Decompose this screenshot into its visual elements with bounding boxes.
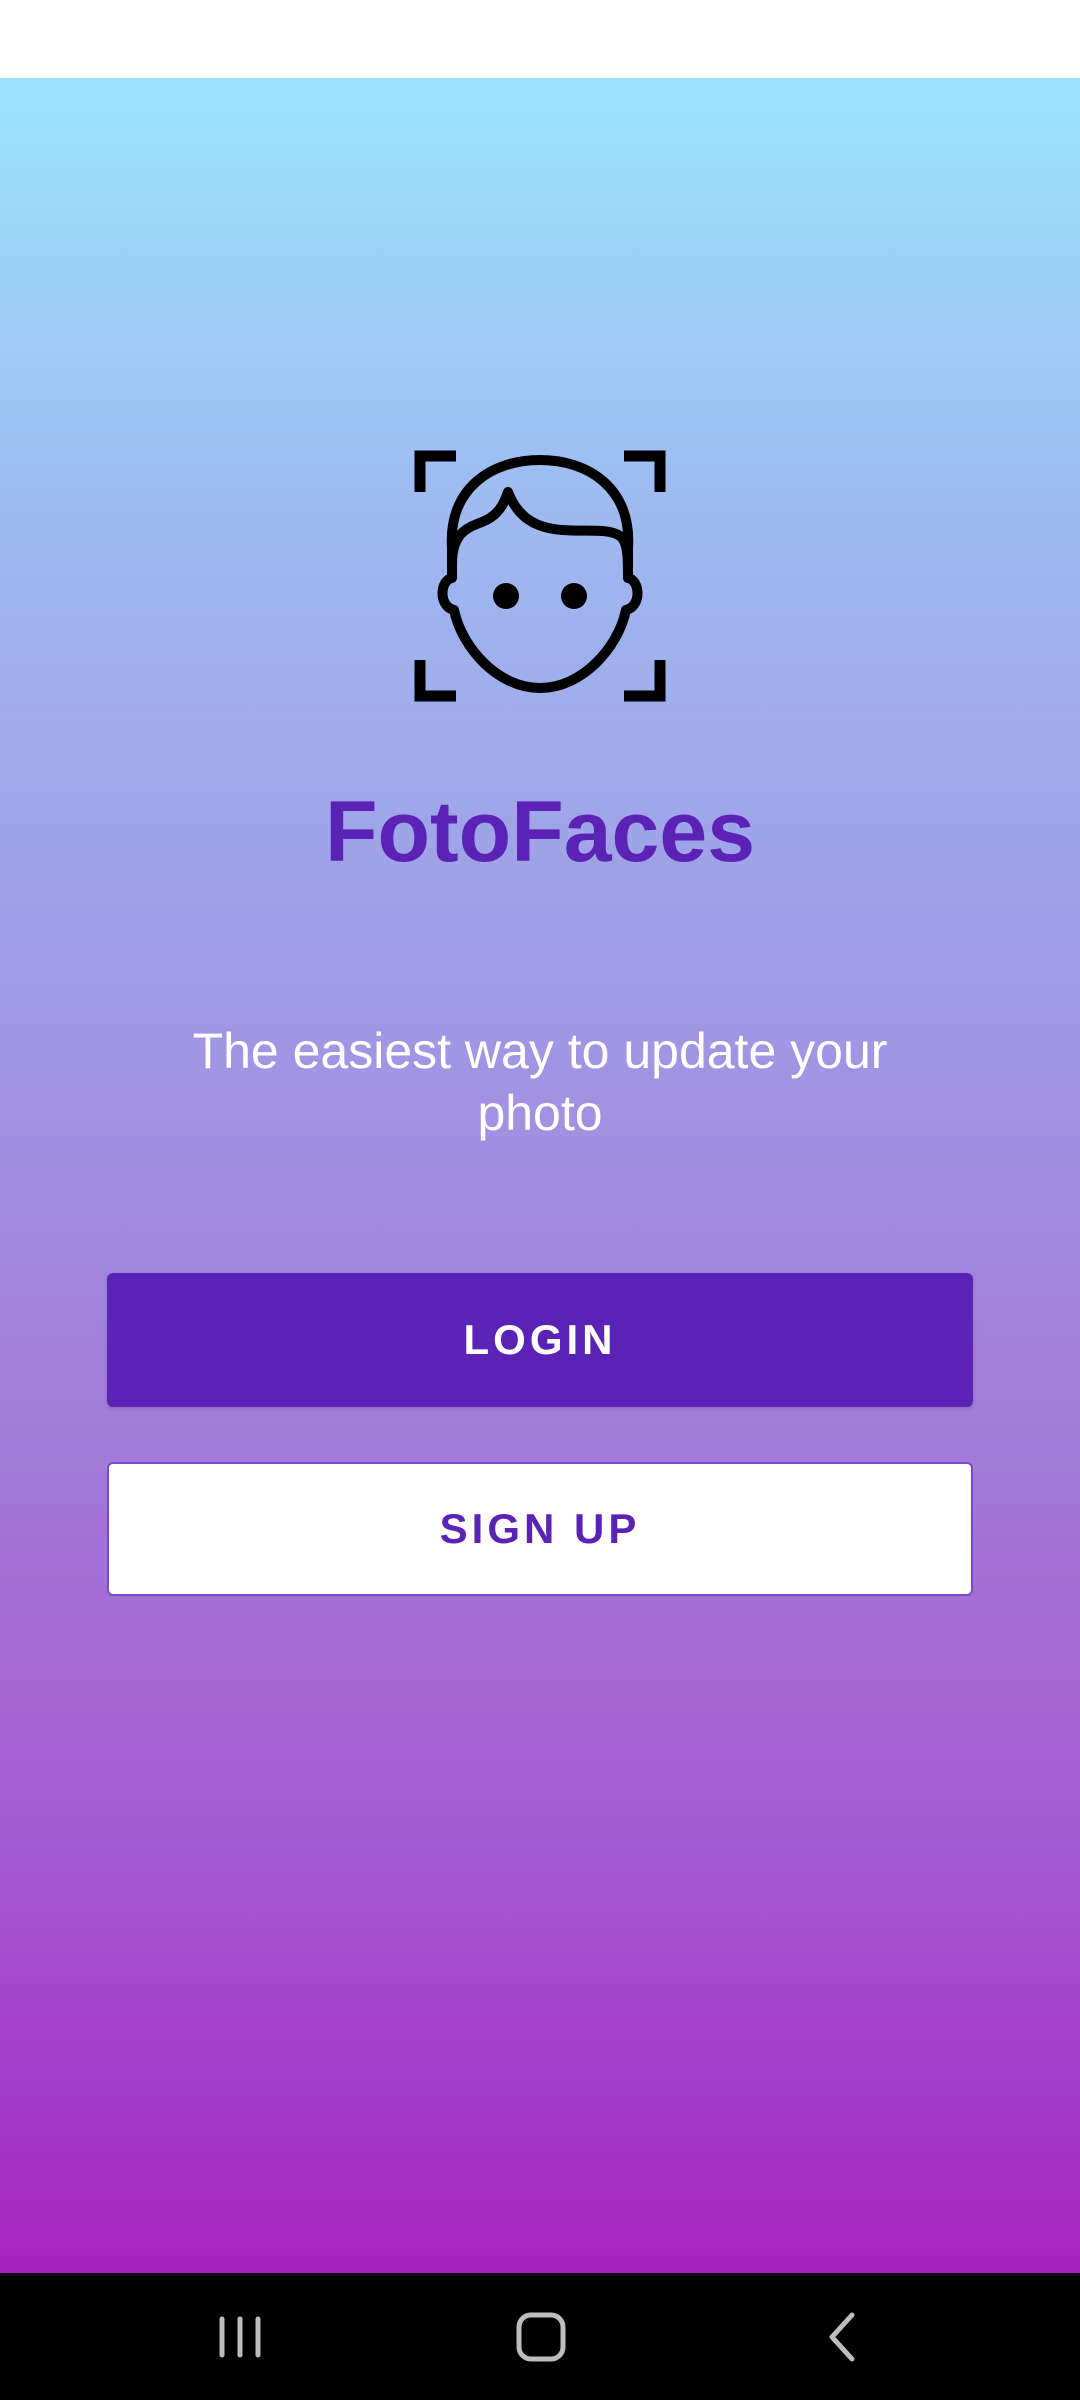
app-title: FotoFaces bbox=[324, 784, 756, 880]
system-navigation-bar bbox=[0, 2273, 1080, 2400]
home-icon[interactable] bbox=[481, 2295, 601, 2379]
recent-apps-icon[interactable] bbox=[180, 2295, 300, 2379]
status-bar bbox=[0, 0, 1080, 78]
back-icon[interactable] bbox=[784, 2295, 904, 2379]
signup-button[interactable]: SIGN UP bbox=[107, 1462, 973, 1596]
welcome-screen bbox=[0, 78, 1080, 2273]
app-tagline: The easiest way to update your photo bbox=[192, 1023, 888, 1141]
face-scan-icon bbox=[412, 448, 668, 704]
login-button[interactable]: LOGIN bbox=[107, 1273, 973, 1407]
